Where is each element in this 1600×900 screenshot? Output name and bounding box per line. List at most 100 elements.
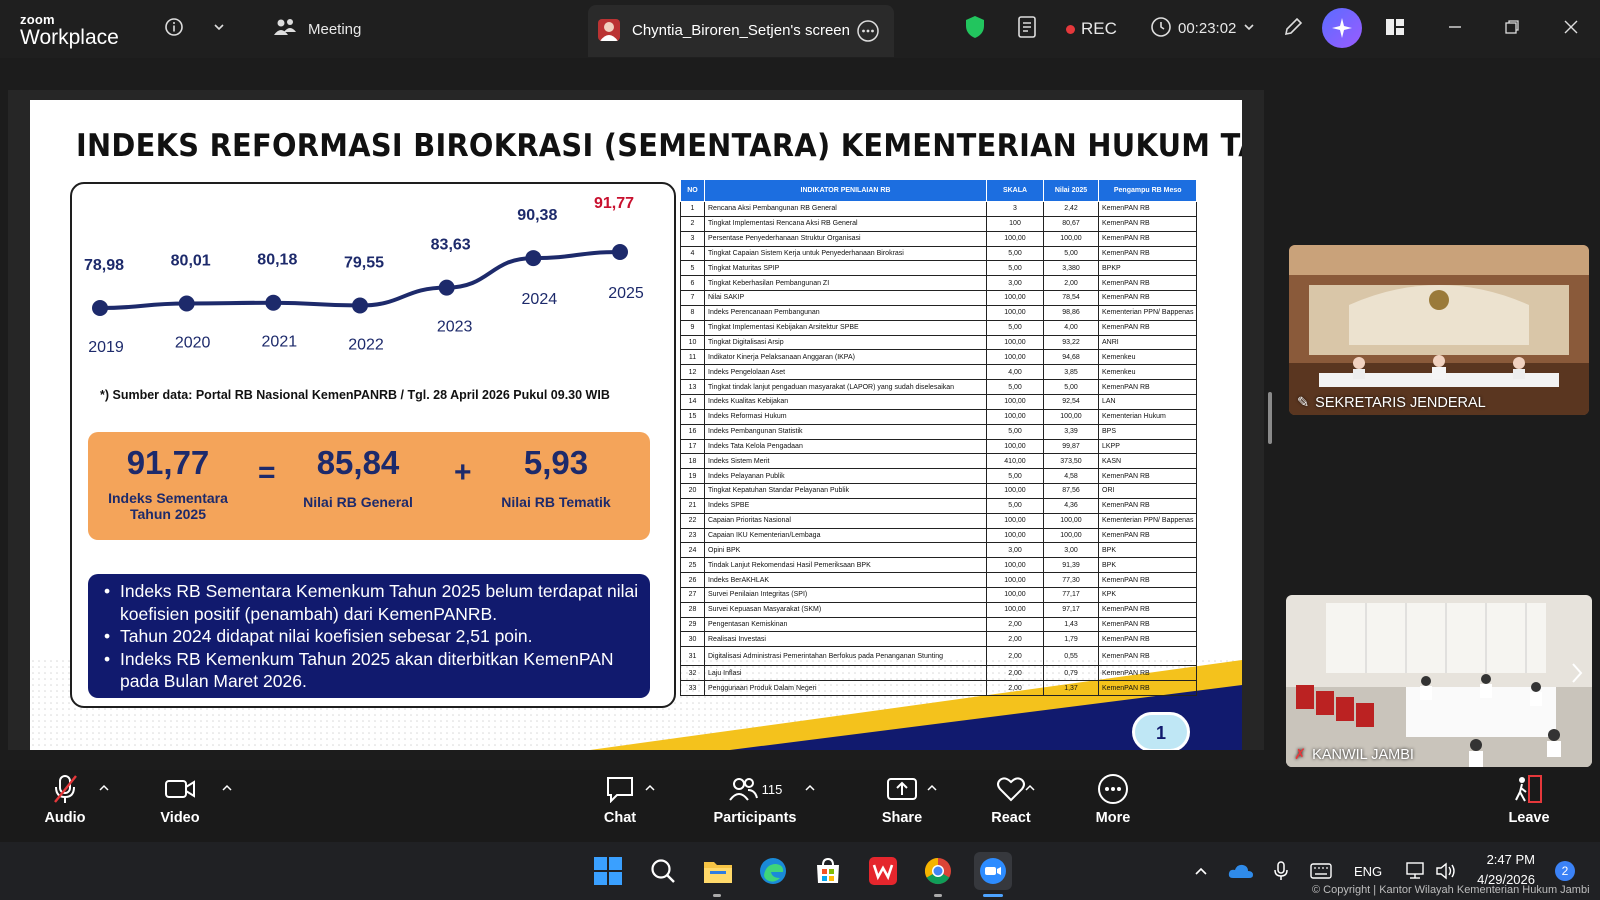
screen-share-tab[interactable]: Chyntia_Biroren_Setjen's screen — [588, 5, 894, 57]
microsoft-store-icon[interactable] — [809, 852, 847, 890]
more-button[interactable]: More — [1068, 772, 1158, 826]
participants-button[interactable]: 115 Participants — [700, 772, 810, 826]
cell-scale: 5,00 — [986, 468, 1044, 485]
react-options-caret-icon[interactable] — [1025, 783, 1035, 793]
chevron-down-icon[interactable] — [206, 14, 232, 40]
view-layout-icon[interactable] — [1382, 14, 1408, 40]
running-app-indicator — [713, 894, 721, 897]
show-hidden-icons-chevron-icon[interactable] — [1182, 852, 1220, 890]
table-row: 32 Laju Inflasi 2,00 0,79 KemenPAN RB — [680, 665, 1198, 682]
summary-document-icon[interactable] — [1014, 14, 1040, 40]
cell-indicator: Indeks Reformasi Hukum — [704, 408, 987, 425]
table-row: 7 Nilai SAKIP 100,00 78,54 KemenPAN RB — [680, 290, 1198, 306]
minimize-window-icon[interactable] — [1442, 14, 1468, 40]
recording-indicator[interactable]: REC — [1066, 19, 1117, 39]
microphone-tray-icon[interactable] — [1262, 852, 1300, 890]
ai-companion-sparkle-icon[interactable] — [1322, 8, 1362, 48]
cell-no: 14 — [680, 393, 705, 410]
muted-mic-icon: ✗ — [1294, 747, 1307, 763]
cell-no: 23 — [680, 527, 705, 544]
security-shield-icon[interactable] — [962, 14, 988, 40]
data-point — [438, 279, 455, 296]
cell-value-2025: 91,39 — [1043, 557, 1099, 574]
cell-scale: 100,00 — [986, 601, 1044, 618]
onedrive-cloud-icon[interactable] — [1222, 852, 1260, 890]
video-button[interactable]: Video — [135, 772, 225, 826]
file-explorer-icon[interactable] — [699, 852, 737, 890]
notification-badge[interactable]: 2 — [1555, 861, 1575, 881]
table-row: 1 Rencana Aksi Pembangunan RB General 3 2,4… — [680, 201, 1198, 217]
chrome-browser-icon[interactable] — [919, 852, 957, 890]
share-panel-scrollbar[interactable] — [1268, 392, 1272, 444]
cell-value-2025: 93,22 — [1043, 334, 1099, 351]
close-window-icon[interactable] — [1558, 14, 1584, 40]
cell-steward: KemenPAN RB — [1097, 646, 1198, 667]
cell-value-2025: 2,00 — [1043, 275, 1099, 292]
video-feed-conference-room — [1289, 245, 1589, 415]
audio-button[interactable]: Audio — [20, 772, 110, 826]
cell-value-2025: 94,68 — [1043, 349, 1099, 366]
cell-scale: 100,00 — [986, 483, 1044, 499]
video-tile-name: ✗ KANWIL JAMBI — [1294, 747, 1414, 763]
more-options-icon[interactable] — [856, 19, 880, 48]
notes-bullet-list: Indeks RB Sementara Kemenkum Tahun 2025 … — [88, 574, 650, 698]
language-indicator[interactable]: ENG — [1354, 864, 1382, 879]
table-row: 13 Tingkat tindak lanjut pengaduan masyar… — [680, 379, 1198, 395]
next-video-chevron-icon[interactable] — [1570, 661, 1584, 690]
table-row: 20 Tingkat Kepatuhan Standar Pelayanan Pu… — [680, 483, 1198, 499]
cell-value-2025: 5,00 — [1043, 245, 1099, 262]
cell-value-2025: 3,85 — [1043, 364, 1099, 381]
cell-no: 25 — [680, 557, 705, 574]
camera-icon — [135, 772, 225, 806]
table-row: 21 Indeks SPBE 5,00 4,36 KemenPAN RB — [680, 497, 1198, 514]
share-options-caret-icon[interactable] — [927, 783, 937, 793]
table-row: 6 Tingkat Keberhasilan Pembangunan ZI 3,00… — [680, 275, 1198, 292]
cell-no: 12 — [680, 364, 705, 381]
cell-indicator: Capaian IKU Kementerian/Lembaga — [704, 527, 987, 544]
cell-value-2025: 100,00 — [1043, 408, 1099, 425]
share-button[interactable]: Share — [857, 772, 947, 826]
chat-button[interactable]: Chat — [575, 772, 665, 826]
audio-options-caret-icon[interactable] — [99, 783, 109, 793]
cell-steward: KemenPAN RB — [1097, 290, 1198, 306]
total-index-value: 91,77 — [126, 444, 210, 481]
cell-indicator: Rencana Aksi Pembangunan RB General — [704, 201, 987, 217]
search-icon[interactable] — [644, 852, 682, 890]
info-icon[interactable] — [161, 14, 187, 40]
wps-office-icon[interactable] — [864, 852, 902, 890]
presentation-slide: INDEKS REFORMASI BIROKRASI (SEMENTARA) K… — [30, 100, 1242, 750]
clock-time[interactable]: 2:47 PM — [1475, 852, 1535, 867]
chat-options-caret-icon[interactable] — [645, 783, 655, 793]
windows-start-icon[interactable] — [589, 852, 627, 890]
thematic-value: 5,93 — [523, 444, 589, 481]
edge-browser-icon[interactable] — [754, 852, 792, 890]
cell-indicator: Indeks SPBE — [704, 497, 987, 514]
data-point — [612, 244, 628, 260]
timer-chevron-down-icon[interactable] — [1236, 14, 1262, 40]
cell-no: 18 — [680, 453, 705, 470]
table-row: 31 Digitalisasi Administrasi Pemerintahan… — [680, 646, 1198, 667]
data-label: 78,98 — [84, 257, 124, 274]
video-tile-sekretaris-jenderal[interactable]: ✎ SEKRETARIS JENDERAL — [1289, 245, 1589, 415]
table-row: 23 Capaian IKU Kementerian/Lembaga 100,00 1… — [680, 527, 1198, 544]
video-tile-kanwil-jambi[interactable]: ✗ KANWIL JAMBI — [1286, 595, 1592, 767]
leave-button[interactable]: Leave — [1494, 772, 1564, 826]
cell-value-2025: 97,17 — [1043, 601, 1099, 618]
cell-scale: 100,00 — [986, 408, 1044, 425]
participants-options-caret-icon[interactable] — [805, 783, 815, 793]
cell-indicator: Tindak Lanjut Rekomendasi Hasil Pemeriks… — [704, 557, 987, 574]
cell-value-2025: 92,54 — [1043, 393, 1099, 410]
meeting-label[interactable]: Meeting — [308, 21, 361, 38]
restore-window-icon[interactable] — [1499, 14, 1525, 40]
cell-steward: KemenPAN RB — [1097, 680, 1198, 696]
total-index-label: Indeks Sementara Tahun 2025 — [108, 490, 228, 522]
annotate-pencil-icon[interactable] — [1280, 14, 1306, 40]
table-row: 24 Opini BPK 3,00 3,00 BPK — [680, 542, 1198, 559]
zoom-app-icon[interactable] — [974, 852, 1012, 890]
presenter-avatar — [598, 19, 620, 41]
cell-scale: 100,00 — [986, 586, 1044, 603]
cell-scale: 100,00 — [986, 527, 1044, 544]
react-button[interactable]: React — [966, 772, 1056, 826]
cell-scale: 2,00 — [986, 646, 1044, 667]
video-options-caret-icon[interactable] — [222, 783, 232, 793]
